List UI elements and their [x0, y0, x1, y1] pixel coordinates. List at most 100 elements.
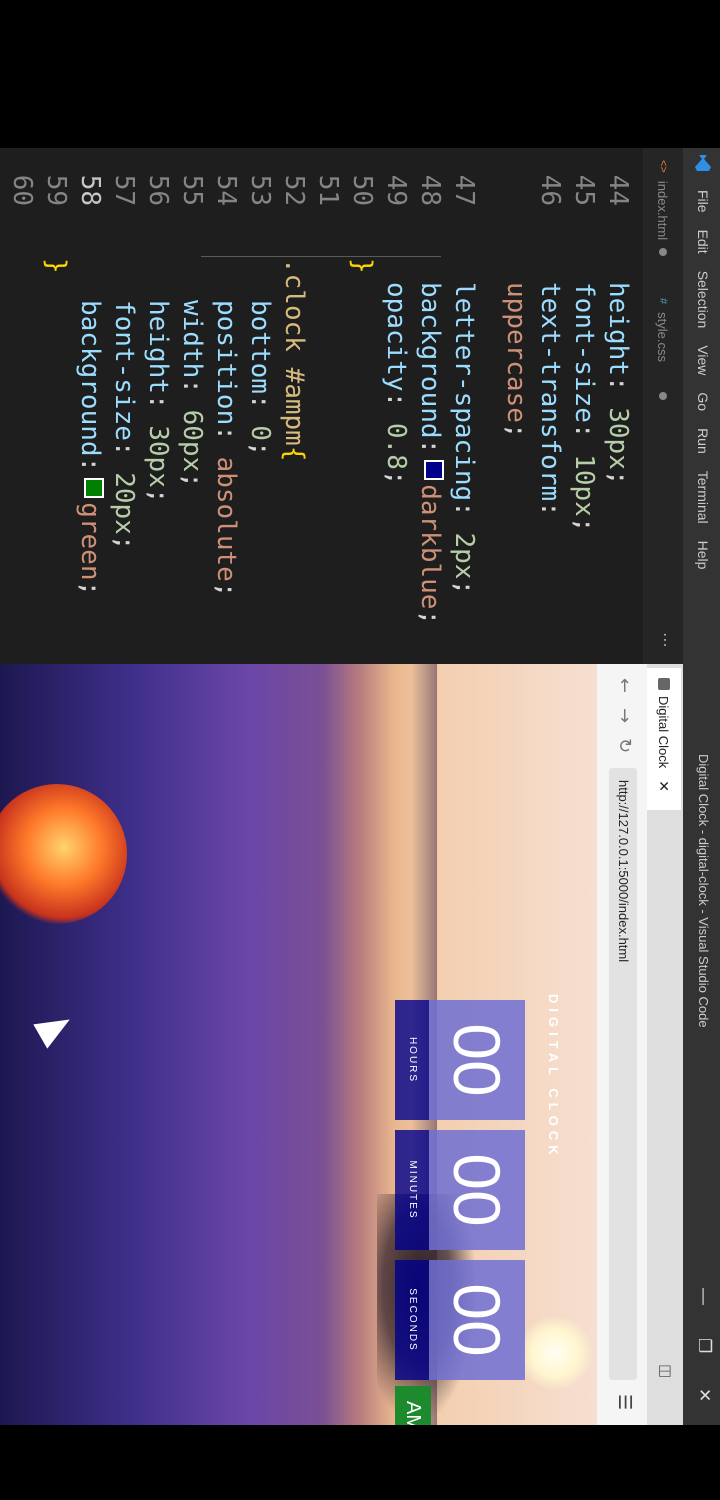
- window-title: Digital Clock - digital-clock - Visual S…: [696, 754, 711, 1028]
- menu-help[interactable]: Help: [695, 541, 711, 570]
- css-value: darkblue: [415, 484, 445, 610]
- tab-label: index.html: [655, 180, 671, 241]
- code-area[interactable]: 44 45 46 47 48 49 50 51 52 53 54 55 56 5…: [0, 148, 643, 664]
- code-line-54: position: absolute;: [211, 300, 241, 598]
- browser-preview: Digital Clock ✕ ◫ ← → ↻ http://127.0.0.1…: [0, 664, 683, 1425]
- seconds-label: SECONDS: [395, 1260, 429, 1380]
- css-value: 0: [245, 425, 275, 441]
- line-number: 48: [415, 174, 445, 206]
- browser-tab[interactable]: Digital Clock ✕: [647, 668, 681, 810]
- menu-terminal[interactable]: Terminal: [695, 471, 711, 524]
- code-line-46-wrap: uppercase;: [501, 282, 531, 439]
- code-line-59: }: [41, 258, 71, 274]
- line-number: 59: [41, 174, 71, 206]
- css-property: font-size: [569, 282, 599, 423]
- more-actions-icon[interactable]: ⋯: [656, 632, 675, 648]
- vscode-logo-icon: [695, 155, 711, 171]
- reload-icon[interactable]: ↻: [614, 738, 635, 753]
- css-property: height: [143, 300, 173, 394]
- code-line-44: height: 30px;: [603, 282, 633, 486]
- close-tab-icon[interactable]: ✕: [656, 780, 673, 792]
- css-property: letter-spacing: [449, 282, 479, 502]
- css-property: background: [415, 282, 445, 439]
- menu-go[interactable]: Go: [695, 392, 711, 411]
- page-viewport: DIGITAL CLOCK 00 HOURS 00 MINUTES 00 SEC…: [0, 664, 597, 1425]
- code-editor: <> index.html # style.css ⋯ 44 45 46 47 …: [0, 148, 683, 664]
- indent-guide: [201, 256, 441, 257]
- line-number: 52: [279, 174, 309, 206]
- code-line-56: height: 30px;: [143, 300, 173, 504]
- css-value: 20px: [109, 472, 139, 535]
- lens-flare: [0, 784, 127, 924]
- tab-index-html[interactable]: <> index.html: [643, 160, 683, 257]
- top-black-band: [0, 0, 720, 148]
- css-selector: .clock #ampm: [279, 258, 309, 446]
- line-number: 47: [449, 174, 479, 206]
- menu-view[interactable]: View: [695, 345, 711, 375]
- color-swatch-darkblue[interactable]: [424, 460, 444, 481]
- tab-label: style.css: [655, 312, 671, 362]
- html-file-icon: <>: [657, 160, 669, 173]
- code-line-52: .clock #ampm{: [279, 258, 309, 462]
- css-property: text-transform: [535, 282, 565, 502]
- line-number: 54: [211, 174, 241, 206]
- menu-run[interactable]: Run: [695, 428, 711, 454]
- code-line-46: text-transform:: [535, 282, 565, 517]
- code-line-58: background:green;: [75, 300, 105, 597]
- css-value: absolute: [211, 456, 241, 582]
- line-number-active: 58: [75, 174, 105, 206]
- css-property: bottom: [245, 300, 275, 394]
- css-value: 30px: [143, 425, 173, 488]
- menu-file[interactable]: File: [695, 190, 711, 213]
- line-number: 45: [569, 174, 599, 206]
- line-number: 56: [143, 174, 173, 206]
- css-property: opacity: [381, 282, 411, 392]
- menu-icon[interactable]: ☰: [614, 1394, 635, 1410]
- color-swatch-green[interactable]: [84, 478, 104, 499]
- seconds-box: 00 SECONDS: [395, 1260, 525, 1380]
- css-value: green: [75, 502, 105, 581]
- line-number: 50: [347, 174, 377, 206]
- restore-icon[interactable]: ❐: [694, 1338, 714, 1353]
- unsaved-dot-icon: [659, 391, 667, 400]
- menu-bar: File Edit Selection View Go Run Terminal…: [695, 190, 711, 569]
- rotated-screen: File Edit Selection View Go Run Terminal…: [0, 0, 720, 1500]
- browser-tab-title: Digital Clock: [656, 696, 672, 769]
- css-value: 0.8: [381, 422, 411, 470]
- clock-title: DIGITAL CLOCK: [546, 994, 561, 1160]
- ampm-badge: AM: [395, 1386, 431, 1425]
- minutes-box: 00 MINUTES: [395, 1130, 525, 1250]
- code-line-50: }: [347, 258, 377, 274]
- minutes-value: 00: [429, 1130, 525, 1250]
- unsaved-dot-icon: [659, 248, 667, 257]
- css-value: 2px: [449, 532, 479, 580]
- line-number: 53: [245, 174, 275, 206]
- css-property: font-size: [109, 300, 139, 441]
- line-number: 60: [7, 174, 37, 206]
- minimize-icon[interactable]: —: [694, 1288, 714, 1305]
- close-icon[interactable]: ✕: [694, 1388, 714, 1402]
- line-number: 57: [109, 174, 139, 206]
- tab-style-css[interactable]: # style.css: [643, 298, 683, 400]
- menu-edit[interactable]: Edit: [695, 230, 711, 254]
- css-value: 30px: [603, 407, 633, 470]
- menu-selection[interactable]: Selection: [695, 271, 711, 329]
- css-file-icon: #: [657, 298, 669, 305]
- code-line-57: font-size: 20px;: [109, 300, 139, 551]
- css-value: 10px: [569, 454, 599, 517]
- code-line-45: font-size: 10px;: [569, 282, 599, 533]
- line-number: 51: [313, 174, 343, 206]
- line-number: 46: [535, 174, 565, 206]
- vscode-window: File Edit Selection View Go Run Terminal…: [0, 148, 720, 1425]
- back-arrow-icon[interactable]: ←: [614, 678, 635, 693]
- browser-nav-bar: ← → ↻ http://127.0.0.1:5000/index.html ☰: [597, 664, 647, 1425]
- css-property: background: [75, 300, 105, 457]
- css-property: position: [211, 300, 241, 426]
- hours-box: 00 HOURS: [395, 1000, 525, 1120]
- split-view-icon[interactable]: ◫: [657, 1364, 675, 1378]
- mouse-cursor-icon: [33, 1007, 77, 1049]
- seconds-value: 00: [429, 1260, 525, 1380]
- url-bar[interactable]: http://127.0.0.1:5000/index.html: [609, 768, 637, 1380]
- line-number: 49: [381, 174, 411, 206]
- forward-arrow-icon[interactable]: →: [614, 708, 635, 723]
